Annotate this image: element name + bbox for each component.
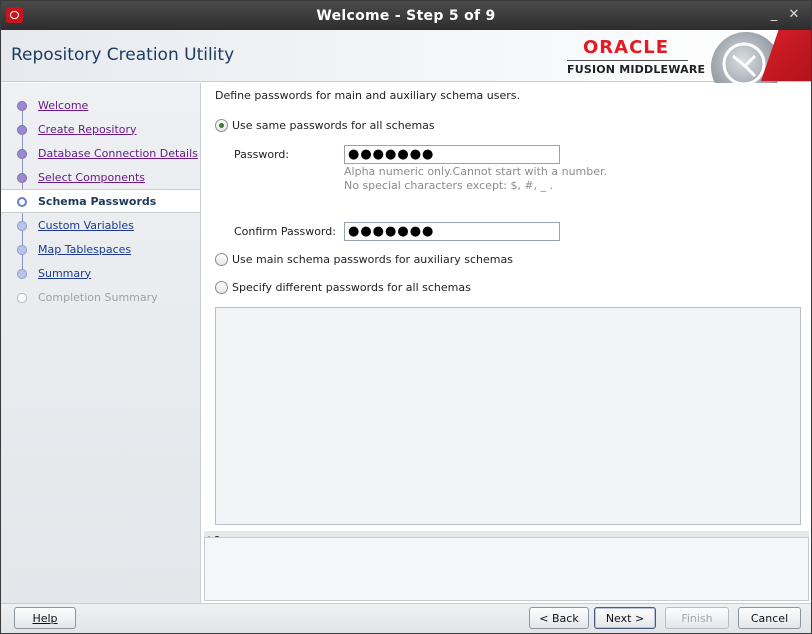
minimize-button[interactable]: _ bbox=[765, 5, 783, 25]
next-label: Next > bbox=[605, 611, 645, 625]
confirm-password-label: Confirm Password: bbox=[234, 225, 336, 238]
password-label: Password: bbox=[234, 148, 290, 161]
help-label: Help bbox=[32, 611, 58, 625]
password-hint-line1: Alpha numeric only.Cannot start with a n… bbox=[344, 165, 608, 178]
rcu-window: Welcome - Step 5 of 9 _ ✕ Repository Cre… bbox=[0, 0, 812, 634]
password-input[interactable]: ●●●●●●● bbox=[344, 145, 560, 164]
step-schema-passwords[interactable]: Schema Passwords bbox=[1, 189, 200, 213]
step-visited-icon bbox=[17, 125, 27, 135]
intro-text: Define passwords for main and auxiliary … bbox=[215, 89, 520, 102]
wizard-steps-nav: Welcome Create Repository Database Conne… bbox=[1, 83, 201, 603]
help-button[interactable]: Help bbox=[14, 607, 76, 629]
option-same-passwords[interactable]: Use same passwords for all schemas bbox=[215, 119, 435, 132]
oracle-logo: ORACLE bbox=[583, 37, 670, 58]
step-label: Completion Summary bbox=[38, 290, 158, 304]
schema-password-table-area bbox=[215, 307, 801, 525]
step-create-repository[interactable]: Create Repository bbox=[1, 118, 200, 140]
close-button[interactable]: ✕ bbox=[785, 5, 803, 25]
step-database-connection-details[interactable]: Database Connection Details bbox=[1, 142, 200, 164]
window-title: Welcome - Step 5 of 9 bbox=[316, 7, 496, 24]
step-pending-icon bbox=[17, 221, 27, 231]
step-label: Map Tablespaces bbox=[38, 242, 132, 256]
step-current-icon bbox=[17, 197, 27, 207]
message-area bbox=[204, 537, 809, 601]
finish-label: Finish bbox=[681, 611, 713, 625]
step-visited-icon bbox=[17, 173, 27, 183]
step-pending-icon bbox=[17, 269, 27, 279]
radio-unchecked-icon[interactable] bbox=[215, 253, 228, 266]
step-label: Custom Variables bbox=[38, 218, 134, 232]
option-different-passwords[interactable]: Specify different passwords for all sche… bbox=[215, 281, 471, 294]
back-button[interactable]: < Back bbox=[529, 607, 589, 629]
step-label: Summary bbox=[38, 266, 92, 280]
step-pending-icon bbox=[17, 245, 27, 255]
step-label: Create Repository bbox=[38, 122, 137, 136]
step-visited-icon bbox=[17, 149, 27, 159]
password-hint-line2: No special characters except: $, #, _ . bbox=[344, 179, 554, 192]
radio-unchecked-icon[interactable] bbox=[215, 281, 228, 294]
logo-divider bbox=[567, 60, 688, 61]
option-label: Use main schema passwords for auxiliary … bbox=[232, 253, 513, 266]
oracle-app-icon bbox=[6, 7, 23, 23]
option-main-schema-passwords[interactable]: Use main schema passwords for auxiliary … bbox=[215, 253, 513, 266]
confirm-password-input[interactable]: ●●●●●●● bbox=[344, 222, 560, 241]
app-title: Repository Creation Utility bbox=[11, 45, 235, 65]
option-label: Use same passwords for all schemas bbox=[232, 119, 435, 132]
fusion-middleware-label: FUSION MIDDLEWARE bbox=[567, 63, 706, 76]
step-summary[interactable]: Summary bbox=[1, 262, 200, 284]
title-bar: Welcome - Step 5 of 9 _ ✕ bbox=[1, 1, 811, 30]
step-visited-icon bbox=[17, 101, 27, 111]
step-label: Database Connection Details bbox=[38, 146, 198, 160]
step-completion-summary: Completion Summary bbox=[1, 286, 200, 308]
schema-passwords-panel: Define passwords for main and auxiliary … bbox=[206, 83, 809, 535]
back-label: < Back bbox=[539, 611, 579, 625]
cancel-button[interactable]: Cancel bbox=[738, 607, 801, 629]
step-label: Welcome bbox=[38, 98, 89, 112]
step-disabled-icon bbox=[17, 293, 27, 303]
next-button[interactable]: Next > bbox=[594, 607, 656, 629]
step-custom-variables[interactable]: Custom Variables bbox=[1, 214, 200, 236]
finish-button: Finish bbox=[665, 607, 729, 629]
step-select-components[interactable]: Select Components bbox=[1, 166, 200, 188]
wizard-footer: Help < Back Next > Finish Cancel bbox=[1, 603, 811, 633]
step-label: Schema Passwords bbox=[38, 194, 157, 208]
option-label: Specify different passwords for all sche… bbox=[232, 281, 471, 294]
step-map-tablespaces[interactable]: Map Tablespaces bbox=[1, 238, 200, 260]
cancel-label: Cancel bbox=[750, 611, 789, 625]
step-label: Select Components bbox=[38, 170, 146, 184]
radio-checked-icon[interactable] bbox=[215, 119, 228, 132]
header-banner: Repository Creation Utility ORACLE FUSIO… bbox=[1, 30, 811, 102]
step-welcome[interactable]: Welcome bbox=[1, 94, 200, 116]
